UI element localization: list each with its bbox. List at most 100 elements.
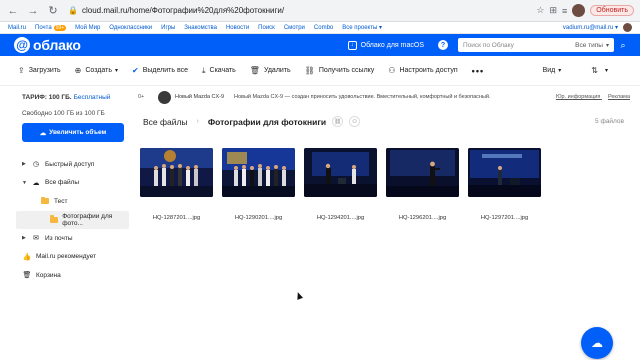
extension-icon[interactable]: ⊞ [549, 5, 557, 16]
check-circle-icon: ✔ [132, 66, 139, 75]
file-name[interactable]: HQ-1290201....jpg [222, 215, 295, 221]
portal-link-games[interactable]: Игры [161, 25, 175, 31]
user-email[interactable]: vadium.ru@mail.ru ▾ [563, 24, 618, 31]
expand-arrow-icon[interactable]: ▶ [22, 235, 26, 241]
star-icon[interactable]: ☆ [536, 5, 544, 16]
download-button[interactable]: ⤓ Скачать [202, 66, 236, 76]
clock-icon: ◷ [32, 161, 40, 169]
back-icon[interactable]: ← [6, 4, 20, 18]
portal-link-watch[interactable]: Смотри [284, 25, 305, 31]
sidebar-item-all-files[interactable]: ▼ ☁ Все файлы [0, 174, 134, 193]
sidebar-item-quick-access[interactable]: ▶ ◷ Быстрый доступ [0, 155, 134, 174]
create-button[interactable]: ⊕ Создать ▾ [75, 66, 118, 75]
portal-link-news[interactable]: Новости [226, 25, 249, 31]
macos-label: Облако для macOS [360, 41, 424, 49]
file-name[interactable]: HQ-1287201....jpg [140, 215, 213, 221]
cloud-logo[interactable]: @ облако [14, 37, 81, 53]
ad-links: Юр. информация Реклама [550, 94, 630, 100]
link-icon: ⛓ [304, 66, 315, 75]
ad-title[interactable]: Новый Mazda CX-9 [175, 94, 224, 100]
get-link-label: Получить ссылку [318, 67, 375, 74]
expand-arrow-icon[interactable]: ▶ [22, 161, 26, 167]
sidebar-item-label: Все файлы [45, 179, 80, 187]
sidebar-item-test-folder[interactable]: Тест [0, 192, 134, 211]
sidebar-item-label: Быстрый доступ [45, 160, 95, 168]
trash-icon: 🗑 [249, 66, 260, 75]
search-input[interactable]: Поиск по Облаку Все типы ▾ [458, 38, 614, 52]
update-button[interactable]: Обновить [590, 5, 634, 16]
file-tile[interactable]: HQ-1290201....jpg [222, 148, 295, 221]
user-avatar[interactable] [623, 23, 632, 32]
download-label: Скачать [209, 67, 236, 74]
portal-link-search[interactable]: Поиск [258, 25, 275, 31]
file-tile[interactable]: HQ-1297201....jpg [468, 148, 541, 221]
trash-icon: 🗑 [22, 272, 32, 280]
lock-icon: 🔒 [68, 6, 78, 15]
download-app-icon: ↓ [347, 40, 357, 50]
photo-thumbnail[interactable] [140, 148, 213, 197]
search-placeholder: Поиск по Облаку [463, 41, 514, 49]
ad-banner[interactable]: 0+ Новый Mazda CX-9 Новый Mazda CX-9 — с… [134, 86, 640, 108]
select-all-button[interactable]: ✔ Выделить все [132, 66, 188, 75]
search-type-select[interactable]: Все типы [575, 42, 603, 49]
url-text: cloud.mail.ru/home/Фотографии%20для%20фо… [81, 6, 285, 15]
sidebar-item-label: Фотографии для фото... [62, 212, 113, 227]
file-name[interactable]: HQ-1296201....jpg [386, 215, 459, 221]
portal-link-mail[interactable]: Почта 99+ [35, 24, 67, 31]
forward-icon[interactable]: → [26, 4, 40, 18]
photo-thumbnail[interactable] [304, 148, 377, 197]
portal-link-combo[interactable]: Combo [314, 25, 333, 31]
ad-text[interactable]: Новый Mazda CX-9 — создан приносить удов… [234, 94, 490, 100]
breadcrumb-root[interactable]: Все файлы [143, 117, 188, 127]
profile-avatar[interactable] [572, 4, 586, 17]
upload-label: Загрузить [28, 67, 61, 74]
photo-thumbnail[interactable] [222, 148, 295, 197]
photo-thumbnail[interactable] [468, 148, 541, 197]
portal-link-ok[interactable]: Одноклассники [109, 25, 152, 31]
file-name[interactable]: HQ-1294201....jpg [304, 215, 377, 221]
upgrade-storage-button[interactable]: ☁ Увеличить объем [22, 123, 124, 142]
mail-folder-icon: ✉ [33, 235, 39, 243]
sidebar-item-recommends[interactable]: 👍 Mail.ru рекомендует [0, 248, 134, 267]
collapse-arrow-icon[interactable]: ▼ [22, 180, 27, 186]
sidebar-item-label: Корзина [36, 271, 61, 279]
portal-link-dating[interactable]: Знакомства [184, 25, 217, 31]
get-link-button[interactable]: ⛓ Получить ссылку [305, 66, 375, 75]
ad-label[interactable]: Реклама [608, 94, 630, 100]
file-count: 5 файлов [595, 118, 624, 125]
more-button[interactable]: ••• [472, 66, 484, 76]
chevron-down-icon: ▾ [114, 68, 118, 74]
help-icon[interactable]: ? [438, 40, 448, 50]
sidebar-item-from-mail[interactable]: ▶ ✉ Из почты [0, 229, 134, 248]
portal-link-myworld[interactable]: Мой Мир [75, 25, 100, 31]
view-button[interactable]: Вид ▾ [543, 67, 562, 74]
photo-thumbnail[interactable] [386, 148, 459, 197]
search-icon[interactable]: ⌕ [616, 38, 630, 52]
file-tile[interactable]: HQ-1294201....jpg [304, 148, 377, 221]
file-tile[interactable]: HQ-1287201....jpg [140, 148, 213, 221]
sidebar-item-trash[interactable]: 🗑 Корзина [0, 266, 134, 285]
tariff-link[interactable]: Бесплатный [74, 94, 111, 101]
sidebar-item-photobook-folder[interactable]: Фотографии для фото... [16, 210, 129, 229]
tariff-label: ТАРИФ: 100 ГБ. [22, 94, 72, 101]
menu-list-icon[interactable]: ≡ [562, 6, 567, 16]
macos-app-link[interactable]: ↓ Облако для macOS [347, 40, 424, 50]
reload-icon[interactable]: ↻ [46, 4, 60, 18]
portal-link-all-projects[interactable]: Все проекты ▾ [342, 24, 382, 31]
file-grid: HQ-1287201....jpg HQ-1290201....jpg HQ-1… [140, 148, 541, 221]
upload-fab-button[interactable]: ☁ [581, 327, 613, 359]
address-bar[interactable]: 🔒 cloud.mail.ru/home/Фотографии%20для%20… [68, 3, 528, 19]
link-icon[interactable]: ⛓ [332, 116, 344, 127]
delete-button[interactable]: 🗑 Удалить [250, 66, 291, 75]
file-tile[interactable]: HQ-1296201....jpg [386, 148, 459, 221]
sidebar-item-label: Из почты [45, 234, 73, 242]
mail-count-badge: 99+ [53, 24, 67, 31]
app-header: @ облако ↓ Облако для macOS ? Поиск по О… [0, 34, 640, 56]
sort-button[interactable]: ⇅ ▾ [591, 66, 608, 75]
ad-legal-link[interactable]: Юр. информация [556, 94, 600, 100]
file-name[interactable]: HQ-1297201....jpg [468, 215, 541, 221]
share-users-icon[interactable]: ⚇ [349, 116, 361, 127]
upload-button[interactable]: ⇪ Загрузить [18, 66, 61, 75]
access-settings-button[interactable]: ⚇ Настроить доступ [388, 66, 457, 75]
portal-link-mailru[interactable]: Mail.ru [8, 25, 26, 31]
